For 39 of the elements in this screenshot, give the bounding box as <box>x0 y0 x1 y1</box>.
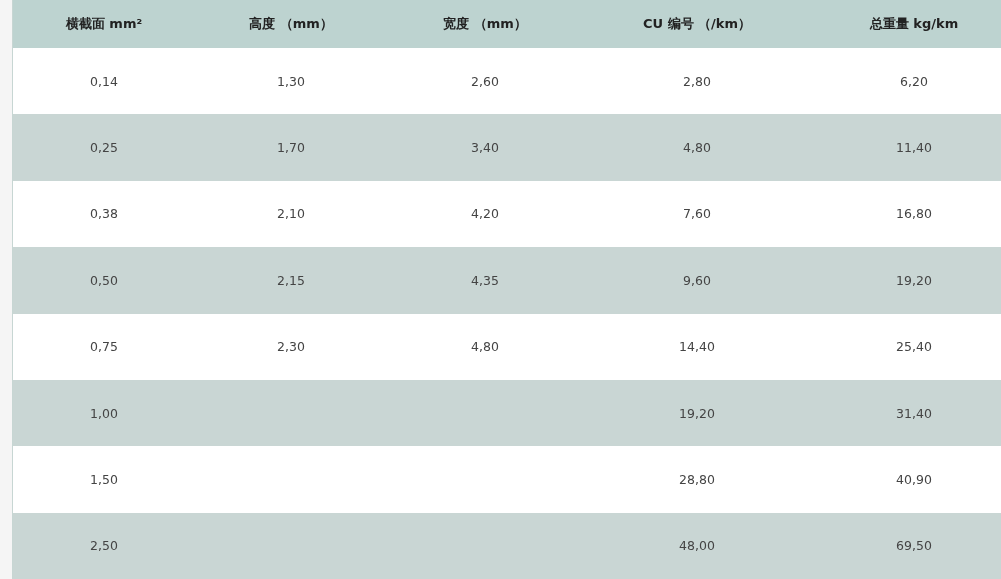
column-header: CU 编号 （/km） <box>642 15 752 33</box>
table-cell: 6,20 <box>900 73 928 89</box>
column-header: 高度 （mm） <box>249 15 333 33</box>
table-cell: 19,20 <box>679 405 715 421</box>
table-cell: 2,10 <box>277 206 305 222</box>
column-header: 总重量 kg/km <box>869 15 959 33</box>
table-cell: 2,30 <box>277 339 305 355</box>
table-cell: 31,40 <box>896 405 932 421</box>
table-cell: 1,50 <box>90 472 118 488</box>
table-cell: 2,60 <box>471 73 499 89</box>
table-cell: 48,00 <box>679 538 715 554</box>
table-cell: 40,90 <box>896 472 932 488</box>
table-cell: 11,40 <box>896 140 932 156</box>
table-cell: 4,20 <box>471 206 499 222</box>
table-cell: 14,40 <box>679 339 715 355</box>
table-cell: 0,14 <box>90 73 118 89</box>
table-cell: 19,20 <box>896 272 932 288</box>
table-cell: 7,60 <box>683 206 711 222</box>
table-cell: 9,60 <box>683 272 711 288</box>
table-cell: 4,35 <box>471 272 499 288</box>
column-header: 横截面 mm² <box>65 15 143 33</box>
table-cell: 0,50 <box>90 272 118 288</box>
table-cell: 4,80 <box>471 339 499 355</box>
table-cell: 1,70 <box>277 140 305 156</box>
table-cell: 28,80 <box>679 472 715 488</box>
table-cell: 2,80 <box>683 73 711 89</box>
table-cell: 1,30 <box>277 73 305 89</box>
column-header: 宽度 （mm） <box>443 15 527 33</box>
table-cell: 0,25 <box>90 140 118 156</box>
table-cell: 16,80 <box>896 206 932 222</box>
table-cell: 3,40 <box>471 140 499 156</box>
table-cell: 1,00 <box>90 405 118 421</box>
table-cell: 2,15 <box>277 272 305 288</box>
table-cell: 0,38 <box>90 206 118 222</box>
table-cell: 0,75 <box>90 339 118 355</box>
table-cell: 25,40 <box>896 339 932 355</box>
table-cell: 69,50 <box>896 538 932 554</box>
table-cell: 4,80 <box>683 140 711 156</box>
table-cell: 2,50 <box>90 538 118 554</box>
